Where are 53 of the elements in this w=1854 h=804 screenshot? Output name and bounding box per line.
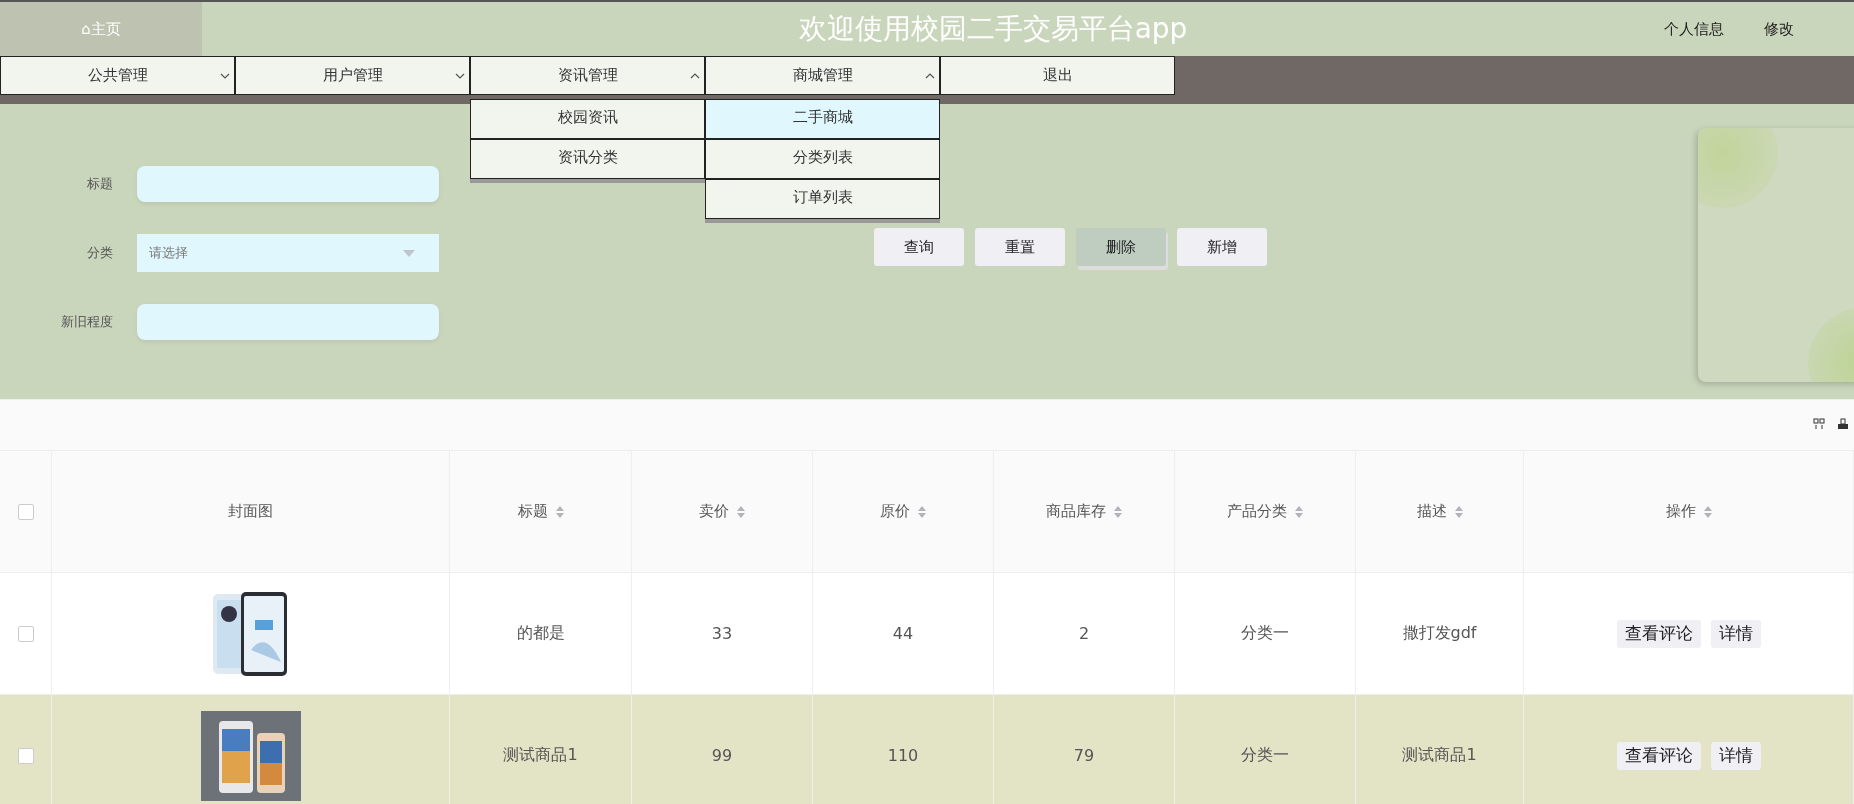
- chevron-up-icon: [925, 73, 935, 79]
- table-cell: 撒打发gdf: [1402, 623, 1477, 644]
- table-cell: 分类一: [1241, 745, 1289, 766]
- dropdown-item[interactable]: 校园资讯: [470, 99, 705, 139]
- input-field[interactable]: [137, 166, 439, 202]
- table-cell: 的都是: [516, 623, 565, 644]
- sort-icon: [1703, 505, 1712, 518]
- dropdown-item[interactable]: 分类列表: [705, 139, 940, 179]
- action-button[interactable]: 新增: [1177, 228, 1267, 266]
- field-label: 新旧程度: [60, 313, 114, 331]
- input-field[interactable]: [137, 304, 439, 340]
- nav-menu[interactable]: 商城管理: [705, 56, 940, 95]
- chevron-down-icon: [220, 73, 230, 79]
- table-cell: 测试商品1: [1402, 745, 1477, 766]
- table-cell: 110: [887, 746, 919, 765]
- action-button[interactable]: 查询: [874, 228, 964, 266]
- table-cell: 2: [1078, 624, 1090, 643]
- row-checkbox[interactable]: [17, 625, 34, 642]
- row-action-button[interactable]: 详情: [1710, 741, 1761, 770]
- table-cell: 分类一: [1241, 623, 1289, 644]
- header-link[interactable]: 修改: [1764, 19, 1794, 39]
- row-action-button[interactable]: 详情: [1710, 619, 1761, 648]
- dropdown-item[interactable]: 资讯分类: [470, 139, 705, 179]
- dropdown-arrow-icon: [403, 249, 415, 257]
- table-cell: 44: [892, 624, 914, 643]
- table-cell: 测试商品1: [503, 745, 578, 766]
- dropdown-item[interactable]: 订单列表: [705, 179, 940, 219]
- nav-menu[interactable]: 用户管理: [235, 56, 470, 95]
- action-button[interactable]: 重置: [975, 228, 1065, 266]
- table-cell: 33: [711, 624, 733, 643]
- page-title: 欢迎使用校园二手交易平台app: [797, 11, 1189, 47]
- sort-icon: [1295, 505, 1303, 518]
- header-link[interactable]: 个人信息: [1664, 19, 1724, 39]
- field-label: 标题: [86, 175, 114, 193]
- sort-icon: [555, 505, 564, 518]
- row-action-button[interactable]: 查看评论: [1616, 619, 1701, 648]
- row-action-button[interactable]: 查看评论: [1616, 741, 1701, 770]
- table-cell: 99: [711, 746, 733, 765]
- sort-icon: [737, 505, 745, 518]
- nav-menu[interactable]: 退出: [940, 56, 1175, 95]
- nav-menu[interactable]: 资讯管理: [470, 56, 705, 95]
- row-checkbox[interactable]: [17, 747, 34, 764]
- chevron-down-icon: [455, 73, 465, 79]
- sort-icon: [918, 505, 926, 518]
- sort-icon: [1454, 505, 1463, 518]
- select-field[interactable]: 请选择: [137, 234, 439, 272]
- field-label: 分类: [86, 244, 114, 262]
- dropdown-item[interactable]: 二手商城: [705, 99, 940, 139]
- nav-menu[interactable]: 公共管理: [0, 56, 235, 95]
- sort-icon: [1114, 505, 1122, 518]
- table-cell: 79: [1073, 746, 1095, 765]
- chevron-up-icon: [690, 73, 700, 79]
- select-all-checkbox[interactable]: [17, 503, 34, 520]
